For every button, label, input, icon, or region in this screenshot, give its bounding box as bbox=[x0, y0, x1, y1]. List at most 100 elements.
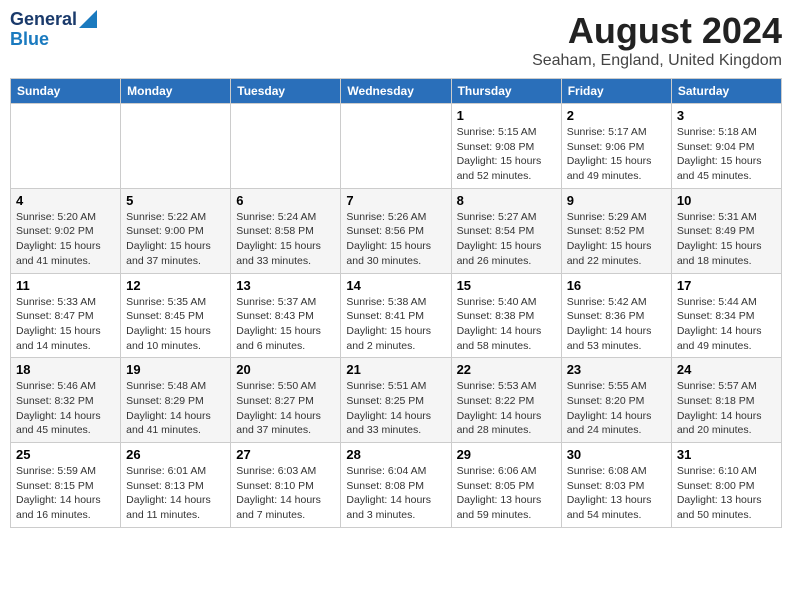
week-row-4: 18 Sunrise: 5:46 AM Sunset: 8:32 PM Dayli… bbox=[11, 358, 782, 443]
day-number: 18 bbox=[16, 362, 115, 377]
calendar-cell: 10 Sunrise: 5:31 AM Sunset: 8:49 PM Dayli… bbox=[671, 188, 781, 273]
header: General Blue August 2024 Seaham, England… bbox=[10, 10, 782, 70]
day-info: Sunrise: 5:29 AM Sunset: 8:52 PM Dayligh… bbox=[567, 210, 666, 269]
day-number: 15 bbox=[457, 278, 556, 293]
calendar-cell: 6Sunrise: 5:24 AM Sunset: 8:58 PM Daylig… bbox=[231, 188, 341, 273]
day-number: 29 bbox=[457, 447, 556, 462]
calendar-cell bbox=[231, 104, 341, 189]
calendar-cell: 26 Sunrise: 6:01 AM Sunset: 8:13 PM Dayli… bbox=[121, 443, 231, 528]
day-number: 21 bbox=[346, 362, 445, 377]
day-info: Sunrise: 5:59 AM Sunset: 8:15 PM Dayligh… bbox=[16, 464, 115, 523]
calendar-cell: 17Sunrise: 5:44 AM Sunset: 8:34 PM Dayli… bbox=[671, 273, 781, 358]
day-number: 19 bbox=[126, 362, 225, 377]
calendar-cell: 28 Sunrise: 6:04 AM Sunset: 8:08 PM Dayli… bbox=[341, 443, 451, 528]
calendar-cell: 15 Sunrise: 5:40 AM Sunset: 8:38 PM Dayli… bbox=[451, 273, 561, 358]
day-info: Sunrise: 5:26 AM Sunset: 8:56 PM Dayligh… bbox=[346, 210, 445, 269]
calendar-cell: 4 Sunrise: 5:20 AM Sunset: 9:02 PM Daylig… bbox=[11, 188, 121, 273]
day-info: Sunrise: 5:57 AM Sunset: 8:18 PM Dayligh… bbox=[677, 379, 776, 438]
calendar-cell: 12Sunrise: 5:35 AM Sunset: 8:45 PM Dayli… bbox=[121, 273, 231, 358]
calendar-cell: 22 Sunrise: 5:53 AM Sunset: 8:22 PM Dayli… bbox=[451, 358, 561, 443]
day-number: 26 bbox=[126, 447, 225, 462]
day-info: Sunrise: 5:31 AM Sunset: 8:49 PM Dayligh… bbox=[677, 210, 776, 269]
calendar-cell: 24 Sunrise: 5:57 AM Sunset: 8:18 PM Dayli… bbox=[671, 358, 781, 443]
day-info: Sunrise: 5:33 AM Sunset: 8:47 PM Dayligh… bbox=[16, 295, 115, 354]
day-number: 10 bbox=[677, 193, 776, 208]
logo: General Blue bbox=[10, 10, 97, 50]
calendar-cell: 11 Sunrise: 5:33 AM Sunset: 8:47 PM Dayli… bbox=[11, 273, 121, 358]
day-number: 25 bbox=[16, 447, 115, 462]
day-number: 2 bbox=[567, 108, 666, 123]
day-number: 4 bbox=[16, 193, 115, 208]
day-number: 23 bbox=[567, 362, 666, 377]
day-info: Sunrise: 5:53 AM Sunset: 8:22 PM Dayligh… bbox=[457, 379, 556, 438]
calendar-cell bbox=[121, 104, 231, 189]
day-info: Sunrise: 5:42 AM Sunset: 8:36 PM Dayligh… bbox=[567, 295, 666, 354]
day-info: Sunrise: 5:35 AM Sunset: 8:45 PM Dayligh… bbox=[126, 295, 225, 354]
day-info: Sunrise: 6:03 AM Sunset: 8:10 PM Dayligh… bbox=[236, 464, 335, 523]
calendar-cell: 2Sunrise: 5:17 AM Sunset: 9:06 PM Daylig… bbox=[561, 104, 671, 189]
calendar-cell bbox=[341, 104, 451, 189]
day-info: Sunrise: 6:08 AM Sunset: 8:03 PM Dayligh… bbox=[567, 464, 666, 523]
week-row-3: 11 Sunrise: 5:33 AM Sunset: 8:47 PM Dayli… bbox=[11, 273, 782, 358]
calendar-cell: 3Sunrise: 5:18 AM Sunset: 9:04 PM Daylig… bbox=[671, 104, 781, 189]
day-info: Sunrise: 6:04 AM Sunset: 8:08 PM Dayligh… bbox=[346, 464, 445, 523]
calendar-table: SundayMondayTuesdayWednesdayThursdayFrid… bbox=[10, 78, 782, 528]
calendar-cell: 31 Sunrise: 6:10 AM Sunset: 8:00 PM Dayli… bbox=[671, 443, 781, 528]
day-info: Sunrise: 5:55 AM Sunset: 8:20 PM Dayligh… bbox=[567, 379, 666, 438]
day-number: 24 bbox=[677, 362, 776, 377]
col-header-tuesday: Tuesday bbox=[231, 79, 341, 104]
week-row-5: 25 Sunrise: 5:59 AM Sunset: 8:15 PM Dayli… bbox=[11, 443, 782, 528]
logo-icon bbox=[79, 10, 97, 28]
day-info: Sunrise: 6:10 AM Sunset: 8:00 PM Dayligh… bbox=[677, 464, 776, 523]
day-info: Sunrise: 5:46 AM Sunset: 8:32 PM Dayligh… bbox=[16, 379, 115, 438]
calendar-cell: 1Sunrise: 5:15 AM Sunset: 9:08 PM Daylig… bbox=[451, 104, 561, 189]
day-number: 27 bbox=[236, 447, 335, 462]
day-info: Sunrise: 6:01 AM Sunset: 8:13 PM Dayligh… bbox=[126, 464, 225, 523]
calendar-cell: 27 Sunrise: 6:03 AM Sunset: 8:10 PM Dayli… bbox=[231, 443, 341, 528]
day-number: 11 bbox=[16, 278, 115, 293]
day-number: 20 bbox=[236, 362, 335, 377]
day-info: Sunrise: 5:20 AM Sunset: 9:02 PM Dayligh… bbox=[16, 210, 115, 269]
col-header-monday: Monday bbox=[121, 79, 231, 104]
calendar-cell: 19Sunrise: 5:48 AM Sunset: 8:29 PM Dayli… bbox=[121, 358, 231, 443]
day-info: Sunrise: 5:40 AM Sunset: 8:38 PM Dayligh… bbox=[457, 295, 556, 354]
day-number: 13 bbox=[236, 278, 335, 293]
day-number: 16 bbox=[567, 278, 666, 293]
page-subtitle: Seaham, England, United Kingdom bbox=[532, 52, 782, 70]
week-row-2: 4 Sunrise: 5:20 AM Sunset: 9:02 PM Daylig… bbox=[11, 188, 782, 273]
calendar-cell: 5 Sunrise: 5:22 AM Sunset: 9:00 PM Daylig… bbox=[121, 188, 231, 273]
day-number: 7 bbox=[346, 193, 445, 208]
col-header-sunday: Sunday bbox=[11, 79, 121, 104]
calendar-cell: 21 Sunrise: 5:51 AM Sunset: 8:25 PM Dayli… bbox=[341, 358, 451, 443]
calendar-cell: 29 Sunrise: 6:06 AM Sunset: 8:05 PM Dayli… bbox=[451, 443, 561, 528]
day-info: Sunrise: 5:38 AM Sunset: 8:41 PM Dayligh… bbox=[346, 295, 445, 354]
day-info: Sunrise: 5:44 AM Sunset: 8:34 PM Dayligh… bbox=[677, 295, 776, 354]
page-title: August 2024 bbox=[532, 10, 782, 52]
day-info: Sunrise: 6:06 AM Sunset: 8:05 PM Dayligh… bbox=[457, 464, 556, 523]
calendar-cell: 20Sunrise: 5:50 AM Sunset: 8:27 PM Dayli… bbox=[231, 358, 341, 443]
day-info: Sunrise: 5:15 AM Sunset: 9:08 PM Dayligh… bbox=[457, 125, 556, 184]
col-header-wednesday: Wednesday bbox=[341, 79, 451, 104]
day-number: 8 bbox=[457, 193, 556, 208]
calendar-cell: 14 Sunrise: 5:38 AM Sunset: 8:41 PM Dayli… bbox=[341, 273, 451, 358]
title-area: August 2024 Seaham, England, United King… bbox=[532, 10, 782, 70]
calendar-cell: 23 Sunrise: 5:55 AM Sunset: 8:20 PM Dayli… bbox=[561, 358, 671, 443]
day-number: 28 bbox=[346, 447, 445, 462]
day-info: Sunrise: 5:27 AM Sunset: 8:54 PM Dayligh… bbox=[457, 210, 556, 269]
calendar-cell: 16 Sunrise: 5:42 AM Sunset: 8:36 PM Dayli… bbox=[561, 273, 671, 358]
day-number: 30 bbox=[567, 447, 666, 462]
day-number: 22 bbox=[457, 362, 556, 377]
day-info: Sunrise: 5:51 AM Sunset: 8:25 PM Dayligh… bbox=[346, 379, 445, 438]
logo-blue: Blue bbox=[10, 30, 49, 50]
day-number: 31 bbox=[677, 447, 776, 462]
day-number: 6 bbox=[236, 193, 335, 208]
calendar-cell: 9Sunrise: 5:29 AM Sunset: 8:52 PM Daylig… bbox=[561, 188, 671, 273]
calendar-header-row: SundayMondayTuesdayWednesdayThursdayFrid… bbox=[11, 79, 782, 104]
calendar-cell bbox=[11, 104, 121, 189]
day-number: 5 bbox=[126, 193, 225, 208]
calendar-cell: 8 Sunrise: 5:27 AM Sunset: 8:54 PM Daylig… bbox=[451, 188, 561, 273]
day-number: 14 bbox=[346, 278, 445, 293]
calendar-cell: 7 Sunrise: 5:26 AM Sunset: 8:56 PM Daylig… bbox=[341, 188, 451, 273]
day-number: 3 bbox=[677, 108, 776, 123]
day-info: Sunrise: 5:22 AM Sunset: 9:00 PM Dayligh… bbox=[126, 210, 225, 269]
